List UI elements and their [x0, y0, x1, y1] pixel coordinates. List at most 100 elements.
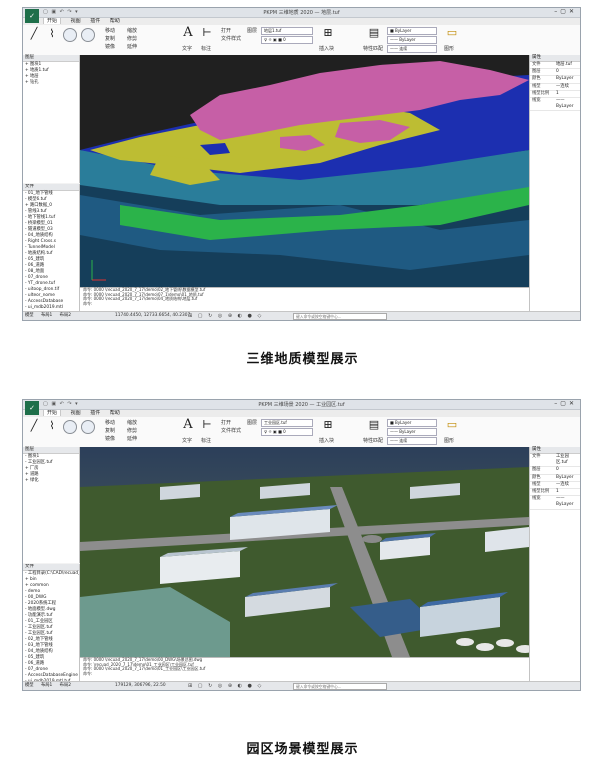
- menu-view[interactable]: 视图: [71, 410, 81, 416]
- text-button[interactable]: 文字: [182, 45, 192, 52]
- mirror-button[interactable]: 镜像: [105, 435, 115, 442]
- property-value[interactable]: —连续: [554, 84, 580, 90]
- property-row[interactable]: 图层 0: [530, 467, 580, 475]
- match-properties-button[interactable]: 特性匹配: [363, 45, 383, 52]
- graphic-button[interactable]: 图形: [444, 437, 454, 444]
- match-properties-button[interactable]: 特性匹配: [363, 437, 383, 444]
- polyline-tool-icon[interactable]: ⌇: [45, 419, 59, 433]
- polyline-tool-icon[interactable]: ⌇: [45, 27, 59, 41]
- layer-state-select[interactable]: ♀ ☼ ▣ ■ 0: [261, 428, 313, 436]
- linetype-select[interactable]: —— ByLayer: [387, 36, 437, 44]
- linetype-select[interactable]: —— ByLayer: [387, 428, 437, 436]
- open-button[interactable]: 打开: [221, 27, 231, 34]
- arc-tool-icon[interactable]: [81, 28, 95, 42]
- tab-layout2[interactable]: 布局2: [60, 313, 71, 318]
- dimension-button[interactable]: 标注: [201, 437, 211, 444]
- insert-block-button[interactable]: 插入块: [319, 45, 334, 52]
- insert-block-button[interactable]: 插入块: [319, 437, 334, 444]
- insert-block-icon[interactable]: ⊞: [321, 418, 335, 432]
- scale-button[interactable]: 缩放: [127, 419, 137, 426]
- layer-button[interactable]: 图层: [247, 419, 257, 426]
- command-input[interactable]: 命令:: [80, 671, 529, 677]
- property-value[interactable]: —— ByLayer: [554, 98, 580, 110]
- property-value[interactable]: 1: [554, 489, 580, 495]
- lineweight-select[interactable]: —— 连续: [387, 437, 437, 445]
- property-row[interactable]: 线宽 —— ByLayer: [530, 496, 580, 510]
- menu-home[interactable]: 开始: [43, 17, 62, 24]
- property-value[interactable]: 地层.tuf: [554, 62, 580, 68]
- command-window[interactable]: 命令: 0000 \recuad_2020_7_17\demo\00_DWG\场…: [80, 657, 529, 683]
- tab-model[interactable]: 模型: [25, 313, 34, 318]
- property-row[interactable]: 颜色 ByLayer: [530, 475, 580, 482]
- lineweight-select[interactable]: —— 连续: [387, 45, 437, 53]
- window-controls[interactable]: –▢✕: [554, 8, 577, 15]
- 3d-viewport[interactable]: [80, 447, 529, 657]
- property-row[interactable]: 线宽 —— ByLayer: [530, 98, 580, 112]
- circle-tool-icon[interactable]: [63, 420, 77, 434]
- property-value[interactable]: 工业园区.tuf: [554, 454, 580, 466]
- menu-plugin[interactable]: 插件: [90, 18, 100, 24]
- move-button[interactable]: 移动: [105, 419, 115, 426]
- property-value[interactable]: 0: [554, 467, 580, 473]
- tree-item[interactable]: + 钻孔: [23, 80, 79, 86]
- window-controls[interactable]: –▢✕: [554, 400, 577, 407]
- copy-button[interactable]: 复制: [105, 35, 115, 42]
- command-hint-field[interactable]: 键入命令或按空格键中心...: [293, 683, 387, 690]
- snap-toggle-icons[interactable]: ⊞ ▢ ↻ ◎ ⊕ ◐ ● ◇: [188, 313, 263, 319]
- menu-home[interactable]: 开始: [43, 409, 62, 416]
- tab-layout1[interactable]: 布局1: [41, 683, 52, 688]
- layer-button[interactable]: 图层: [247, 27, 257, 34]
- property-value[interactable]: 1: [554, 91, 580, 97]
- command-window[interactable]: 命令: 0000 \recuad_2020_7_17\demo\02_地下管线\…: [80, 287, 529, 312]
- command-hint-field[interactable]: 键入命令或按空格键中心...: [293, 313, 387, 320]
- menu-help[interactable]: 帮助: [110, 18, 120, 24]
- property-value[interactable]: ByLayer: [554, 76, 580, 82]
- match-properties-icon[interactable]: ▤: [367, 26, 381, 40]
- menu-help[interactable]: 帮助: [110, 410, 120, 416]
- property-row[interactable]: 颜色 ByLayer: [530, 76, 580, 84]
- snap-toggle-icons[interactable]: ⊞ ▢ ↻ ◎ ⊕ ◐ ● ◇: [188, 683, 263, 689]
- graphic-tool-icon[interactable]: ▭: [445, 26, 459, 40]
- text-tool-icon[interactable]: A: [181, 418, 195, 432]
- trim-button[interactable]: 修剪: [127, 35, 137, 42]
- menu-plugin[interactable]: 插件: [90, 410, 100, 416]
- menu-view[interactable]: 视图: [71, 18, 81, 24]
- insert-block-icon[interactable]: ⊞: [321, 26, 335, 40]
- move-button[interactable]: 移动: [105, 27, 115, 34]
- open-button[interactable]: 打开: [221, 419, 231, 426]
- text-tool-icon[interactable]: A: [181, 26, 195, 40]
- text-button[interactable]: 文字: [182, 437, 192, 444]
- tab-layout2[interactable]: 布局2: [60, 683, 71, 688]
- copy-button[interactable]: 复制: [105, 427, 115, 434]
- line-tool-icon[interactable]: ╱: [27, 27, 41, 41]
- match-properties-icon[interactable]: ▤: [367, 418, 381, 432]
- property-row[interactable]: 线型 —连续: [530, 482, 580, 490]
- tab-layout1[interactable]: 布局1: [41, 313, 52, 318]
- property-value[interactable]: 0: [554, 69, 580, 75]
- circle-tool-icon[interactable]: [63, 28, 77, 42]
- property-row[interactable]: 线型 —连续: [530, 84, 580, 91]
- property-value[interactable]: —连续: [554, 482, 580, 488]
- graphic-button[interactable]: 图形: [444, 45, 454, 52]
- scale-button[interactable]: 缩放: [127, 27, 137, 34]
- arc-tool-icon[interactable]: [81, 420, 95, 434]
- dimension-tool-icon[interactable]: ⊢: [200, 418, 214, 432]
- trim-button[interactable]: 修剪: [127, 427, 137, 434]
- dimension-button[interactable]: 标注: [201, 45, 211, 52]
- property-row[interactable]: 线型比例 1: [530, 91, 580, 99]
- layer-select[interactable]: 地层1.tuf: [261, 27, 313, 35]
- file-style-button[interactable]: 文件样式: [221, 427, 241, 434]
- mirror-button[interactable]: 镜像: [105, 43, 115, 50]
- color-select[interactable]: ■ ByLayer: [387, 27, 437, 35]
- file-style-button[interactable]: 文件样式: [221, 35, 241, 42]
- property-value[interactable]: ByLayer: [554, 475, 580, 481]
- graphic-tool-icon[interactable]: ▭: [445, 418, 459, 432]
- line-tool-icon[interactable]: ╱: [27, 419, 41, 433]
- tab-model[interactable]: 模型: [25, 683, 34, 688]
- layer-state-select[interactable]: ♀ ☼ ▣ ■ 0: [261, 36, 313, 44]
- color-select[interactable]: ■ ByLayer: [387, 419, 437, 427]
- command-input[interactable]: 命令:: [80, 301, 529, 307]
- 3d-viewport[interactable]: [80, 55, 529, 287]
- tree-item[interactable]: + 绿化: [23, 478, 79, 484]
- property-value[interactable]: —— ByLayer: [554, 496, 580, 508]
